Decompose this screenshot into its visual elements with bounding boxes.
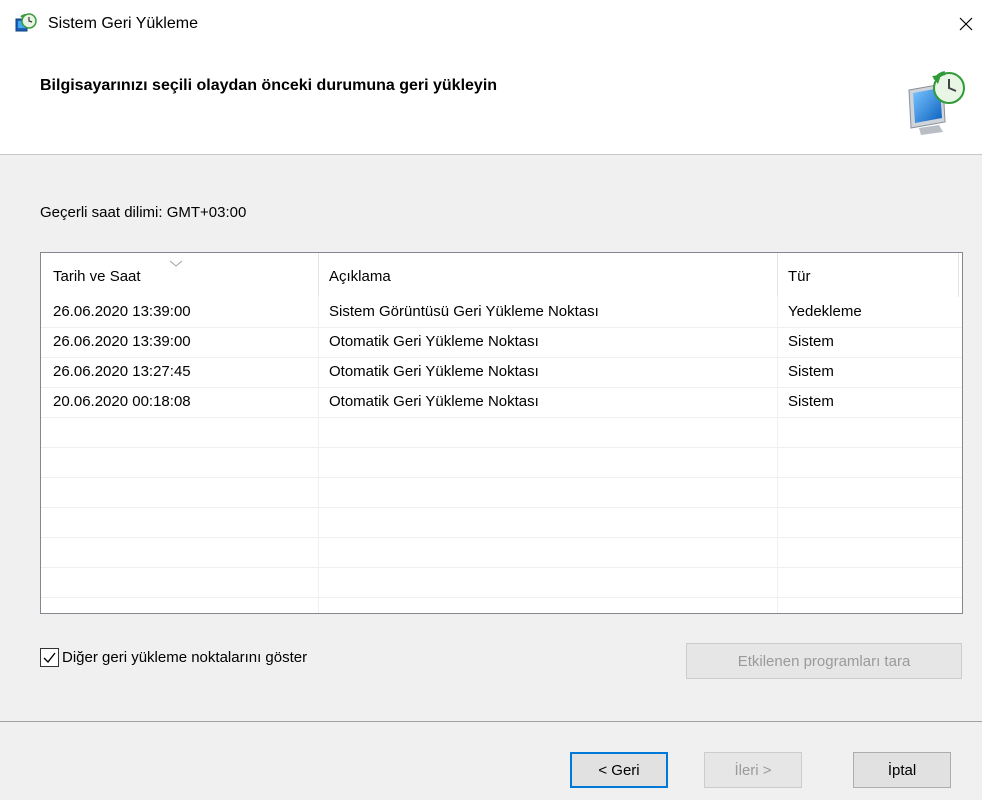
column-header-type[interactable]: Tür (778, 253, 959, 297)
checkmark-icon (43, 652, 56, 663)
checkbox-label: Diğer geri yükleme noktalarını göster (62, 648, 308, 666)
timezone-label: Geçerli saat dilimi: GMT+03:00 (40, 204, 247, 221)
sort-descending-icon (169, 255, 183, 272)
page-title: Bilgisayarınızı seçili olaydan önceki du… (40, 77, 498, 94)
cell-type: Yedekleme (788, 303, 862, 320)
cell-description: Otomatik Geri Yükleme Noktası (329, 393, 539, 410)
cell-date: 26.06.2020 13:39:00 (53, 303, 191, 320)
scan-affected-programs-button[interactable]: Etkilenen programları tara (686, 643, 962, 679)
cell-description: Sistem Görüntüsü Geri Yükleme Noktası (329, 303, 599, 320)
title-bar: Sistem Geri Yükleme (0, 0, 982, 48)
next-button[interactable]: İleri > (704, 752, 802, 788)
empty-row (41, 477, 962, 508)
column-label: Tür (788, 268, 811, 285)
system-restore-monitor-icon (905, 70, 967, 136)
column-label: Açıklama (329, 268, 391, 285)
empty-row (41, 537, 962, 568)
close-icon (959, 17, 973, 31)
empty-row (41, 567, 962, 598)
column-header-date[interactable]: Tarih ve Saat (41, 253, 319, 297)
show-more-restore-points-checkbox[interactable]: Diğer geri yükleme noktalarını göster (40, 645, 307, 669)
close-button[interactable] (950, 8, 982, 40)
cell-type: Sistem (788, 393, 834, 410)
cell-date: 20.06.2020 00:18:08 (53, 393, 191, 410)
separator (0, 721, 982, 722)
cell-date: 26.06.2020 13:39:00 (53, 333, 191, 350)
cell-description: Otomatik Geri Yükleme Noktası (329, 363, 539, 380)
system-restore-icon (15, 13, 37, 35)
cell-type: Sistem (788, 363, 834, 380)
checkbox-box[interactable] (40, 647, 59, 667)
back-button[interactable]: < Geri (570, 752, 668, 788)
cell-description: Otomatik Geri Yükleme Noktası (329, 333, 539, 350)
empty-row (41, 417, 962, 448)
cell-date: 26.06.2020 13:27:45 (53, 363, 191, 380)
cell-type: Sistem (788, 333, 834, 350)
list-header: Tarih ve Saat Açıklama Tür (41, 253, 962, 297)
table-row[interactable]: 26.06.2020 13:39:00 Sistem Görüntüsü Ger… (41, 297, 962, 328)
empty-row (41, 507, 962, 538)
restore-points-list[interactable]: Tarih ve Saat Açıklama Tür 26.06.2020 13… (40, 252, 963, 614)
table-row[interactable]: 20.06.2020 00:18:08 Otomatik Geri Yüklem… (41, 387, 962, 418)
window-title: Sistem Geri Yükleme (48, 15, 198, 32)
column-header-description[interactable]: Açıklama (319, 253, 778, 297)
table-row[interactable]: 26.06.2020 13:39:00 Otomatik Geri Yüklem… (41, 327, 962, 358)
empty-row (41, 447, 962, 478)
table-row[interactable]: 26.06.2020 13:27:45 Otomatik Geri Yüklem… (41, 357, 962, 388)
cancel-button[interactable]: İptal (853, 752, 951, 788)
wizard-header: Bilgisayarınızı seçili olaydan önceki du… (0, 48, 982, 155)
column-label: Tarih ve Saat (53, 268, 141, 285)
